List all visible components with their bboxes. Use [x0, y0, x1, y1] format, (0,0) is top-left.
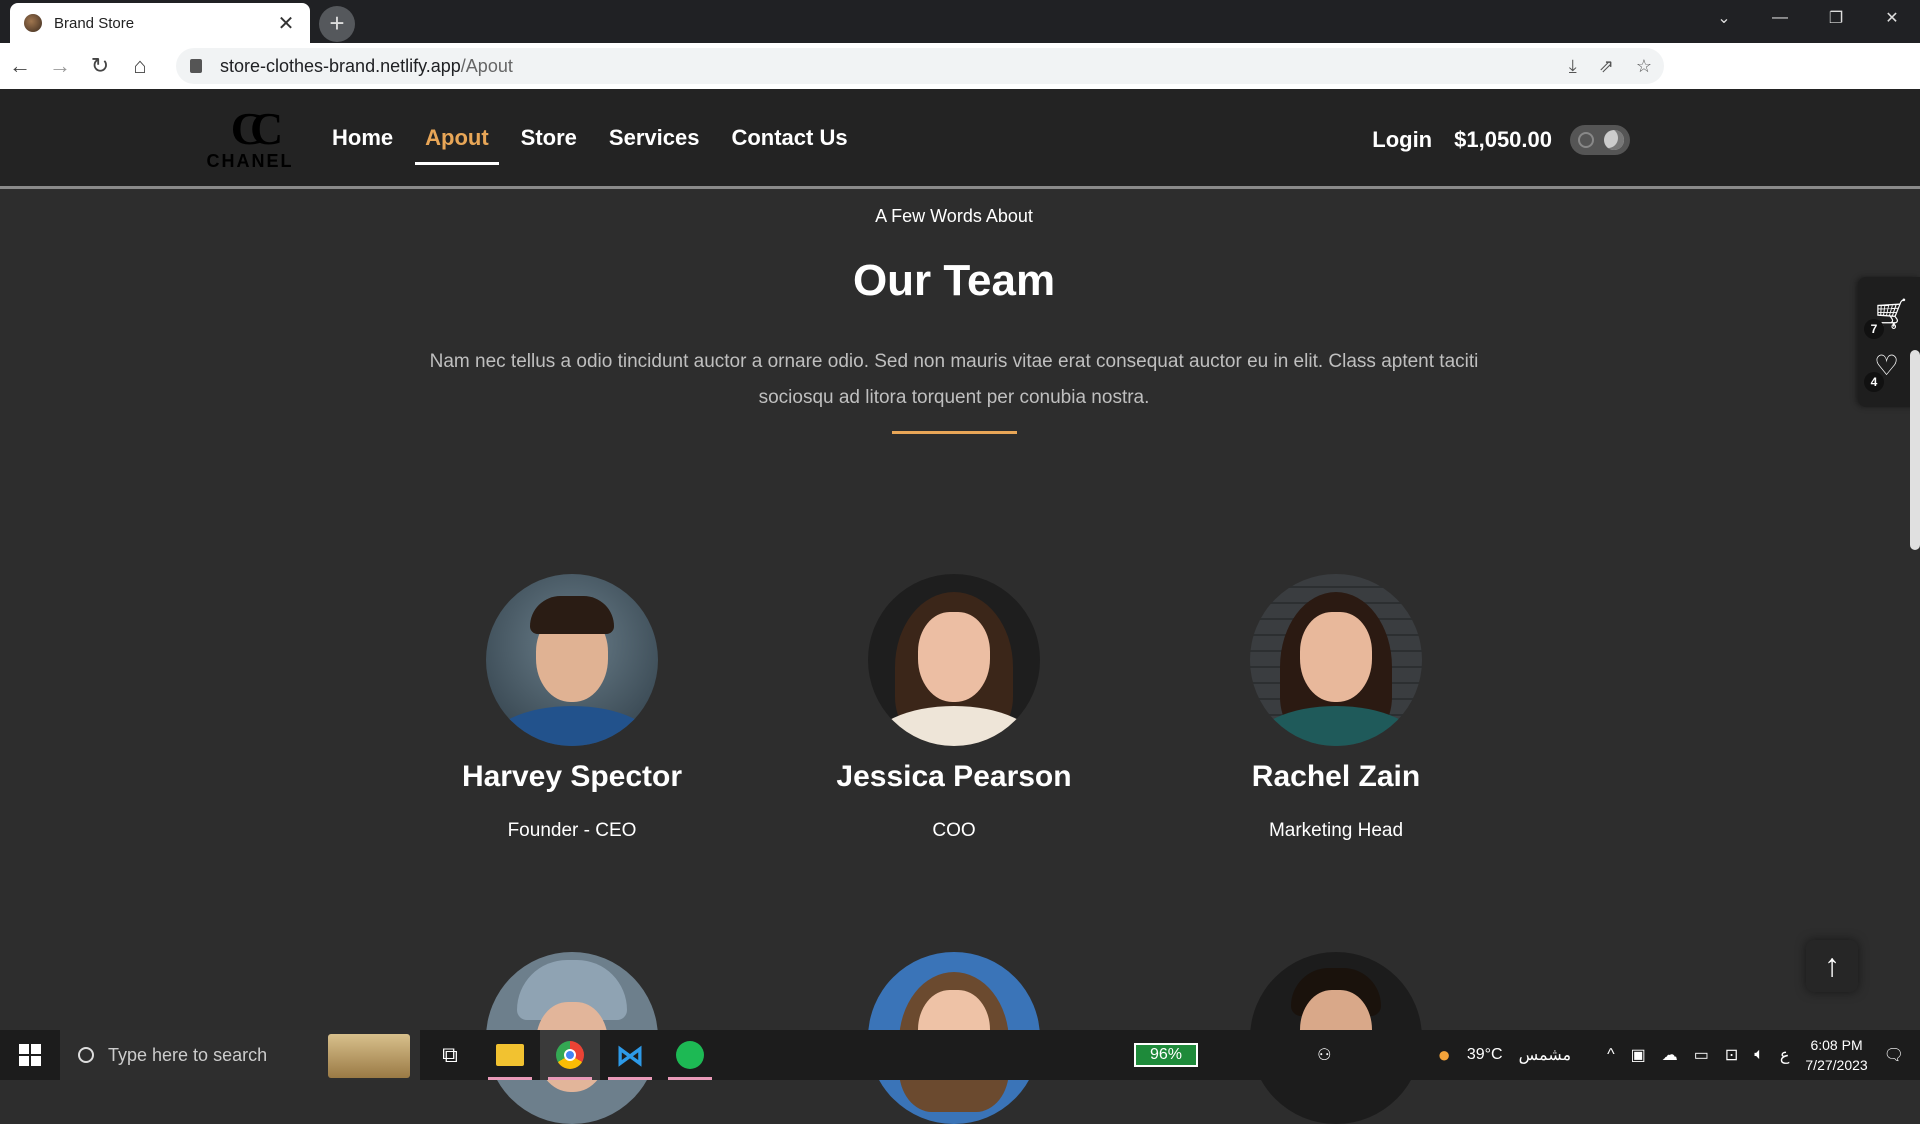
close-window-button[interactable]: ✕ [1864, 0, 1920, 36]
member-photo [868, 574, 1040, 746]
team-card: Rachel Zain Marketing Head [1186, 574, 1486, 842]
share-icon[interactable]: ⇗ [1599, 56, 1614, 77]
browser-tabbar: Brand Store ✕ + ⌄ — ❐ ✕ [0, 0, 1920, 43]
member-photo [1250, 574, 1422, 746]
clock-date: 7/27/2023 [1805, 1057, 1868, 1073]
onedrive-icon[interactable]: ☁ [1662, 1045, 1678, 1065]
weather-temp[interactable]: 39°C [1467, 1046, 1503, 1064]
system-tray: ⚇ ● 39°C مشمس ^ ▣ ☁ ▭ ⊡ 🔈︎ ع 6:08 PM 7/2… [1317, 1030, 1920, 1080]
clock-time: 6:08 PM [1810, 1037, 1863, 1053]
browser-toolbar: ← → ↻ ⌂ store-clothes-brand.netlify.app/… [0, 43, 1920, 122]
nav-contact[interactable]: Contact Us [731, 125, 847, 165]
start-button[interactable] [0, 1030, 60, 1080]
back-arrow-icon[interactable]: ← [0, 53, 40, 79]
section-description: Nam nec tellus a odio tincidunt auctor a… [429, 351, 1479, 408]
tab-title: Brand Store [54, 14, 135, 32]
windows-logo-icon [19, 1044, 41, 1066]
spotify-icon[interactable] [660, 1030, 720, 1080]
member-role: Marketing Head [1268, 820, 1404, 841]
search-placeholder: Type here to search [108, 1044, 268, 1065]
url-text: store-clothes-brand.netlify.app/Apout [220, 55, 513, 76]
cart-count-badge: 7 [1864, 319, 1884, 339]
login-link[interactable]: Login [1372, 127, 1432, 153]
team-section: A Few Words About Our Team Nam nec tellu… [0, 192, 1920, 1124]
address-bar-actions: ⤓ ⇗ ☆ [1569, 48, 1652, 84]
logo-mark: CC [230, 103, 283, 154]
page-scrollbar[interactable] [1910, 350, 1920, 550]
people-icon[interactable]: ⚇ [1317, 1045, 1331, 1065]
install-icon[interactable]: ⤓ [1569, 56, 1577, 77]
balance-amount: $1,050.00 [1454, 127, 1552, 152]
battery-indicator[interactable]: 96% [1134, 1043, 1198, 1067]
new-tab-button[interactable]: + [319, 6, 355, 42]
member-photo [486, 574, 658, 746]
moon-icon [1604, 130, 1624, 150]
theme-toggle[interactable] [1570, 125, 1630, 155]
network-icon[interactable]: ⊡ [1725, 1045, 1738, 1065]
restore-button[interactable]: ❐ [1808, 0, 1864, 36]
team-card: Jessica Pearson COO [804, 574, 1104, 842]
browser-tab[interactable]: Brand Store ✕ [10, 3, 310, 43]
notifications-icon[interactable]: 🗨︎ [1884, 1045, 1904, 1065]
section-eyebrow: A Few Words About [875, 206, 1033, 226]
header-actions: Login $1,050.00 [1372, 125, 1630, 155]
accent-divider [892, 431, 1017, 434]
nav-home[interactable]: Home [332, 125, 393, 165]
member-role: COO [932, 820, 976, 841]
tab-close-icon[interactable]: ✕ [276, 11, 296, 36]
forward-arrow-icon[interactable]: → [40, 53, 80, 79]
tray-expand-icon[interactable]: ^ [1607, 1046, 1615, 1064]
logo-text: CHANEL [206, 151, 294, 171]
chrome-icon[interactable] [540, 1030, 600, 1080]
member-name: Rachel Zain [1251, 760, 1421, 793]
main-nav: Home Apout Store Services Contact Us [332, 125, 848, 165]
search-highlight-image [328, 1034, 410, 1078]
address-bar[interactable]: store-clothes-brand.netlify.app/Apout ⤓ … [176, 48, 1664, 84]
member-role: Founder - CEO [507, 820, 637, 841]
meet-icon[interactable]: ▣ [1631, 1045, 1646, 1065]
brand-logo[interactable]: CC CHANEL [202, 103, 298, 172]
language-indicator[interactable]: ع [1780, 1045, 1790, 1065]
tab-favicon-icon [24, 14, 42, 32]
tab-search-icon[interactable]: ⌄ [1696, 0, 1752, 36]
nav-store[interactable]: Store [521, 125, 577, 165]
site-header: CC CHANEL Home Apout Store Services Cont… [0, 89, 1920, 189]
file-explorer-icon[interactable] [480, 1030, 540, 1080]
taskbar-search[interactable]: Type here to search [60, 1030, 420, 1080]
lock-icon [190, 59, 202, 73]
member-name: Harvey Spector [461, 760, 683, 793]
task-view-icon[interactable]: ⧉ [420, 1030, 480, 1080]
member-name: Jessica Pearson [836, 760, 1072, 793]
sun-icon [1578, 132, 1594, 148]
nav-services[interactable]: Services [609, 125, 700, 165]
wishlist-count-badge: 4 [1864, 372, 1884, 392]
volume-icon[interactable]: 🔈︎ [1754, 1046, 1764, 1064]
weather-label[interactable]: مشمس [1519, 1045, 1572, 1065]
minimize-button[interactable]: — [1752, 0, 1808, 36]
search-icon [78, 1047, 94, 1063]
window-controls: ⌄ — ❐ ✕ [1696, 0, 1920, 36]
section-heading: Our Team [852, 256, 1056, 305]
team-card: Harvey Spector Founder - CEO [422, 574, 722, 842]
bookmark-star-icon[interactable]: ☆ [1636, 56, 1652, 77]
scroll-to-top-button[interactable]: ↑ [1806, 940, 1858, 992]
weather-sun-icon[interactable]: ● [1438, 1042, 1451, 1068]
vscode-icon[interactable]: ⋈ [600, 1030, 660, 1080]
battery-tray-icon[interactable]: ▭ [1694, 1045, 1709, 1065]
nav-about[interactable]: Apout [415, 125, 499, 165]
clock[interactable]: 6:08 PM 7/27/2023 [1805, 1035, 1867, 1075]
reload-icon[interactable]: ↻ [80, 53, 120, 79]
home-icon[interactable]: ⌂ [120, 53, 160, 79]
